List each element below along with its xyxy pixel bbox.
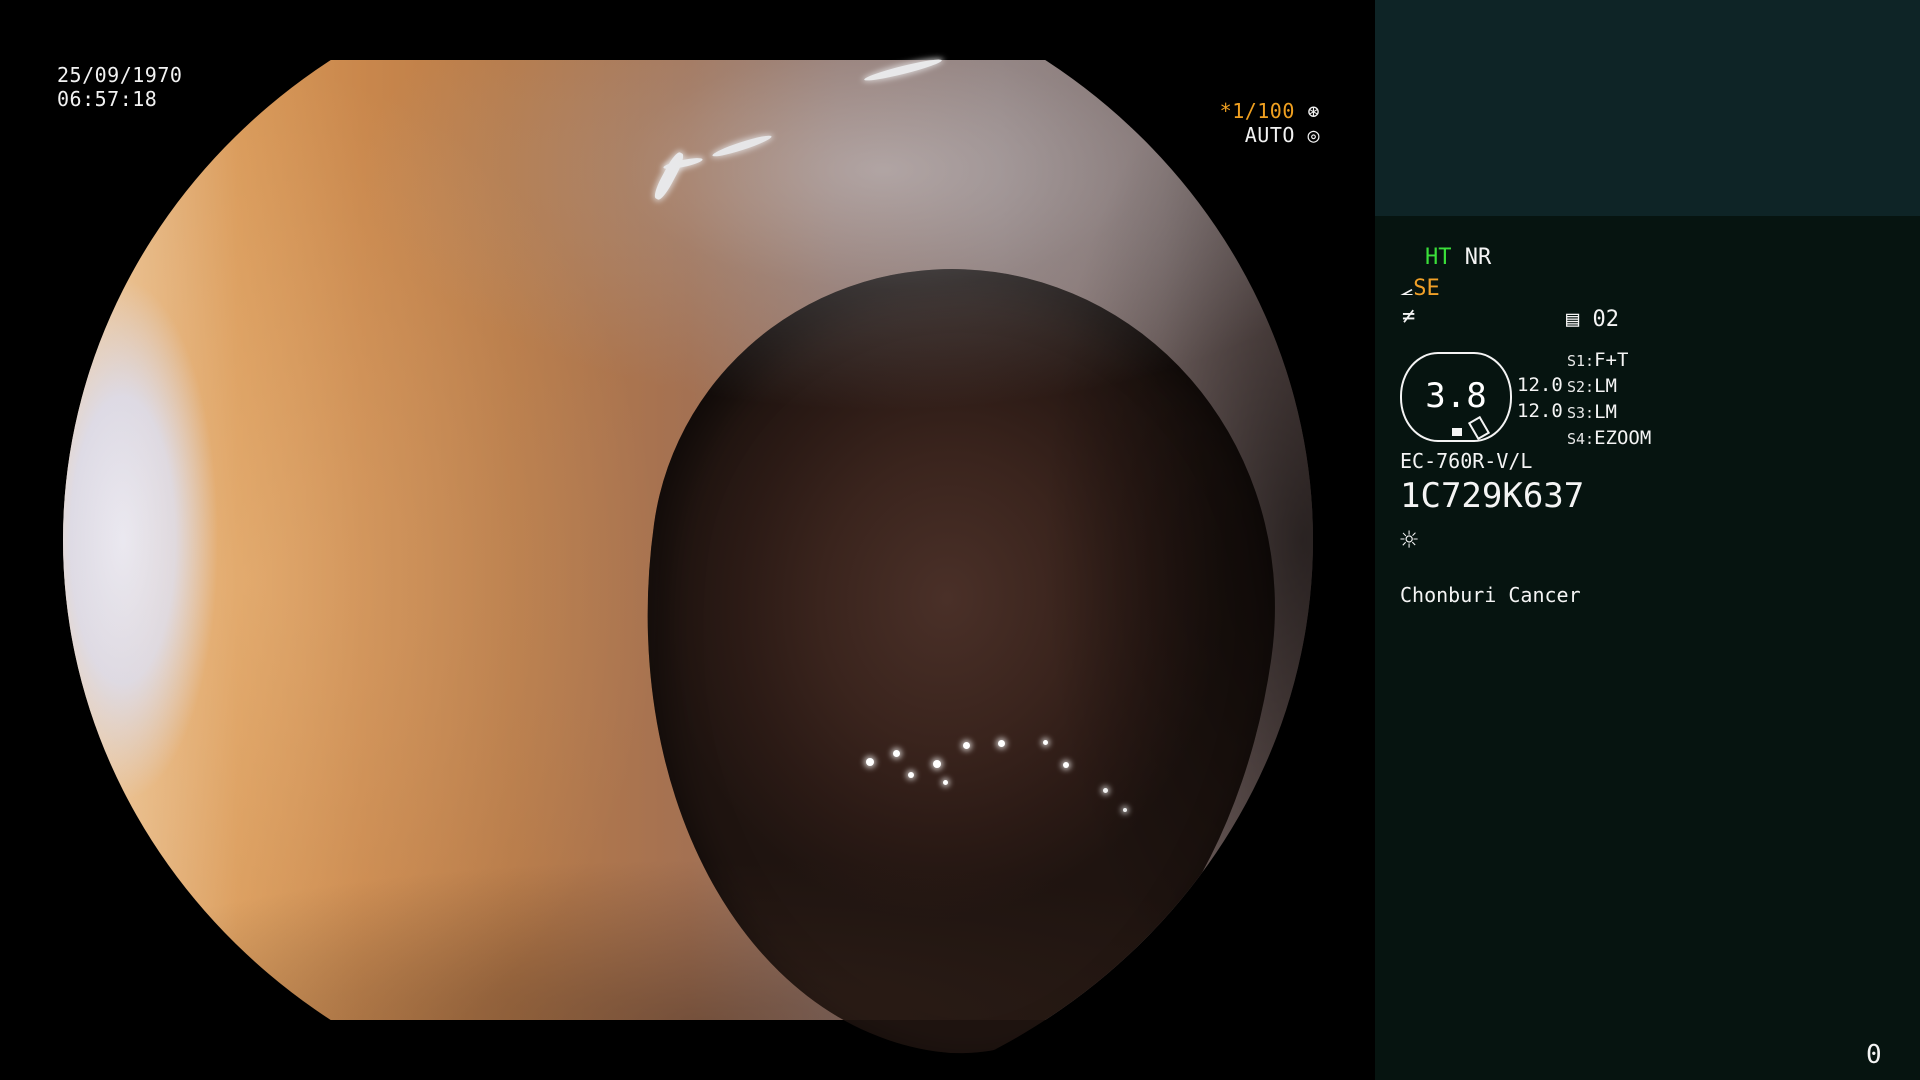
reflection-glint: [908, 772, 914, 778]
auto-exposure-icon: ◎: [1294, 123, 1320, 147]
se-row: ⦟SE: [1400, 276, 1440, 302]
badge-pen-icon: [1467, 415, 1491, 441]
reflection-glint: [863, 56, 943, 84]
structure-enhance-icon: ⦟: [1400, 276, 1414, 301]
processing-flags: HT NR: [1425, 245, 1491, 271]
time-text: 06:57:18: [57, 87, 158, 111]
switch-item: S2:LM: [1567, 375, 1617, 397]
scope-serial: 1C729K637: [1400, 476, 1585, 516]
memory-slot-text: 02: [1592, 307, 1620, 332]
enhancement-value: 3.8: [1425, 376, 1487, 416]
reflection-glint: [1103, 788, 1108, 793]
reflection-glint: [1043, 740, 1048, 745]
reflection-glint: [1123, 808, 1127, 812]
value-a: 12.0: [1517, 374, 1563, 396]
reflection-glint: [998, 740, 1005, 747]
value-b: 12.0: [1517, 400, 1563, 422]
enhancement-badge: 3.8: [1400, 352, 1512, 442]
shutter-icon: ⊛: [1294, 99, 1320, 123]
light-icon: ☼: [1400, 523, 1419, 558]
shutter-prefix: *: [1219, 99, 1233, 123]
memory-icon: ▤: [1566, 307, 1580, 332]
lumen-opening: [586, 229, 1313, 1080]
panel-header-area: [1375, 0, 1920, 216]
endoscopic-image: [63, 56, 1313, 1080]
scope-model: EC-760R-V/L: [1400, 449, 1533, 473]
shutter-speed-text: 1/100: [1232, 99, 1295, 123]
reflection-glint: [662, 155, 704, 172]
frame-counter: 0: [1866, 1040, 1882, 1070]
switch-item: S1:F+T: [1567, 349, 1629, 371]
info-panel: [1375, 216, 1920, 1080]
reflection-glint: [651, 150, 687, 202]
reflection-glint: [866, 758, 874, 766]
ht-flag: HT: [1425, 245, 1452, 270]
reflection-glint: [893, 750, 900, 757]
switch-item: S4:EZOOM: [1567, 427, 1652, 449]
reflection-glint: [711, 132, 773, 160]
reflection-glint: [943, 780, 948, 785]
badge-indicator: [1452, 428, 1462, 436]
switch-list: S1:F+T S2:LM S3:LM S4:EZOOM: [1567, 348, 1651, 452]
memory-row: ▤ 02: [1566, 307, 1619, 333]
reflection-glint: [1063, 762, 1069, 768]
switch-item: S3:LM: [1567, 401, 1617, 423]
date-text: 25/09/1970: [57, 63, 183, 87]
exposure-readout: *1/100 ⊛ AUTO ◎: [1170, 99, 1320, 147]
endoscope-view: 25/09/1970 06:57:18 *1/100 ⊛ AUTO ◎: [0, 0, 1375, 1080]
date-time-readout: 25/09/1970 06:57:18: [57, 63, 182, 111]
noise-icon: ≠: [1402, 304, 1416, 329]
se-flag: SE: [1413, 276, 1440, 301]
exposure-mode-text: AUTO: [1244, 123, 1295, 147]
reflection-glint: [933, 760, 941, 768]
reflection-glint: [963, 742, 970, 749]
institution-name: Chonburi Cancer: [1400, 583, 1581, 607]
nr-flag: NR: [1464, 245, 1492, 270]
